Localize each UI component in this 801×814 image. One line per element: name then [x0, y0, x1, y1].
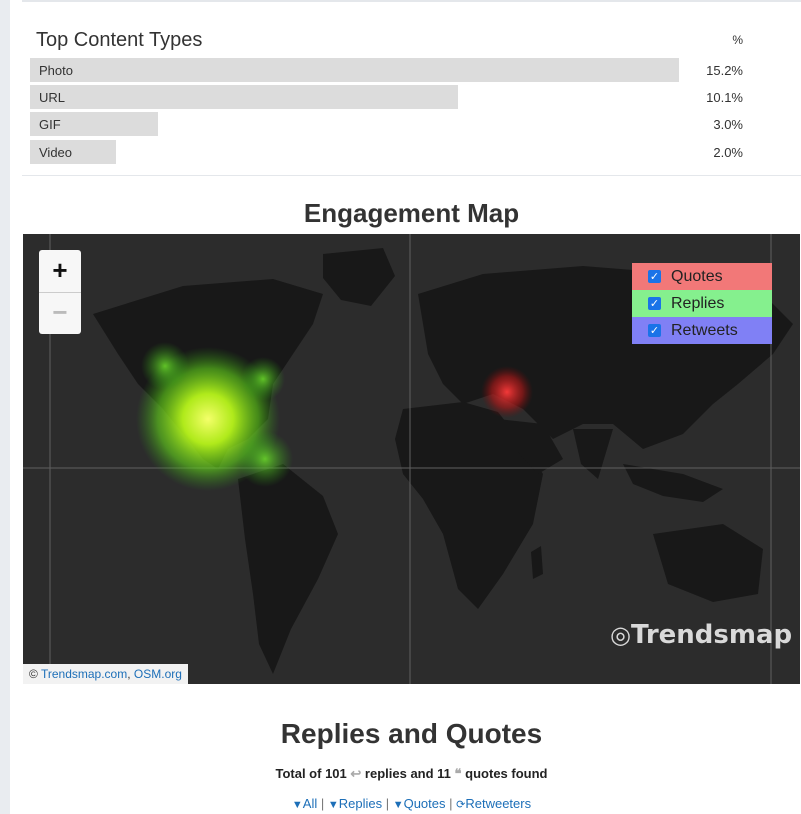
retweet-icon: ⟳ — [456, 799, 466, 811]
osm-link[interactable]: OSM.org — [134, 667, 182, 681]
content-type-percent: 3.0% — [713, 117, 743, 132]
content-type-row: URL 10.1% — [30, 85, 743, 109]
checkbox-icon[interactable]: ✓ — [648, 324, 661, 337]
legend-item-retweets[interactable]: ✓ Retweets — [632, 317, 772, 344]
filter-icon: ▼ — [291, 799, 303, 811]
content-type-bar — [30, 85, 458, 109]
content-type-label: URL — [39, 90, 66, 105]
content-type-row: GIF 3.0% — [30, 112, 743, 136]
filter-icon: ▼ — [392, 799, 404, 811]
left-gutter — [0, 0, 10, 814]
legend-item-replies[interactable]: ✓ Replies — [632, 290, 772, 317]
content-type-row: Photo 15.2% — [30, 58, 743, 82]
zoom-in-button[interactable]: + — [39, 250, 81, 293]
content-types-title: Top Content Types — [36, 29, 203, 51]
legend-label: Quotes — [671, 267, 723, 285]
trendsmap-logo: ◎Trendsmap — [610, 620, 793, 650]
replies-quotes-title: Replies and Quotes — [280, 718, 543, 749]
content-type-label: GIF — [39, 117, 61, 132]
content-type-percent: 10.1% — [706, 90, 743, 105]
engagement-map-title: Engagement Map — [303, 198, 520, 228]
globe-icon: ◎ — [610, 621, 631, 649]
trendsmap-link[interactable]: Trendsmap.com — [41, 667, 127, 681]
filter-quotes-link[interactable]: Quotes — [404, 796, 446, 811]
content-type-bar — [30, 58, 679, 82]
content-types-header: Top Content Types % — [36, 29, 743, 52]
content-type-label: Photo — [39, 63, 73, 78]
retweeters-link[interactable]: Retweeters — [465, 796, 531, 811]
zoom-control: + − — [39, 250, 81, 334]
replies-quotes-summary: Total of 101 ↩ replies and 11 ❝ quotes f… — [275, 766, 548, 781]
zoom-out-button[interactable]: − — [39, 292, 81, 334]
checkbox-icon[interactable]: ✓ — [648, 297, 661, 310]
content-type-label: Video — [39, 145, 73, 160]
map-attribution: © Trendsmap.com, OSM.org — [23, 664, 188, 684]
map-legend: ✓ Quotes ✓ Replies ✓ Retweets — [632, 263, 772, 344]
percent-header: % — [732, 33, 743, 47]
content-type-row: Video 2.0% — [30, 140, 743, 164]
legend-item-quotes[interactable]: ✓ Quotes — [632, 263, 772, 290]
legend-label: Replies — [671, 294, 725, 312]
quote-icon: ❝ — [454, 766, 462, 781]
content-type-percent: 2.0% — [713, 145, 743, 160]
filter-replies-link[interactable]: Replies — [339, 796, 382, 811]
reply-icon: ↩ — [350, 766, 362, 781]
engagement-map[interactable]: + − ✓ Quotes ✓ Replies ✓ Retweets ◎Trend… — [23, 234, 800, 684]
filter-icon: ▼ — [327, 799, 339, 811]
content-type-percent: 15.2% — [706, 63, 743, 78]
checkbox-icon[interactable]: ✓ — [648, 270, 661, 283]
legend-label: Retweets — [671, 321, 738, 339]
reply-filters: ▼All | ▼Replies | ▼Quotes | ⟳Retweeters — [291, 796, 532, 811]
filter-all-link[interactable]: All — [303, 796, 317, 811]
